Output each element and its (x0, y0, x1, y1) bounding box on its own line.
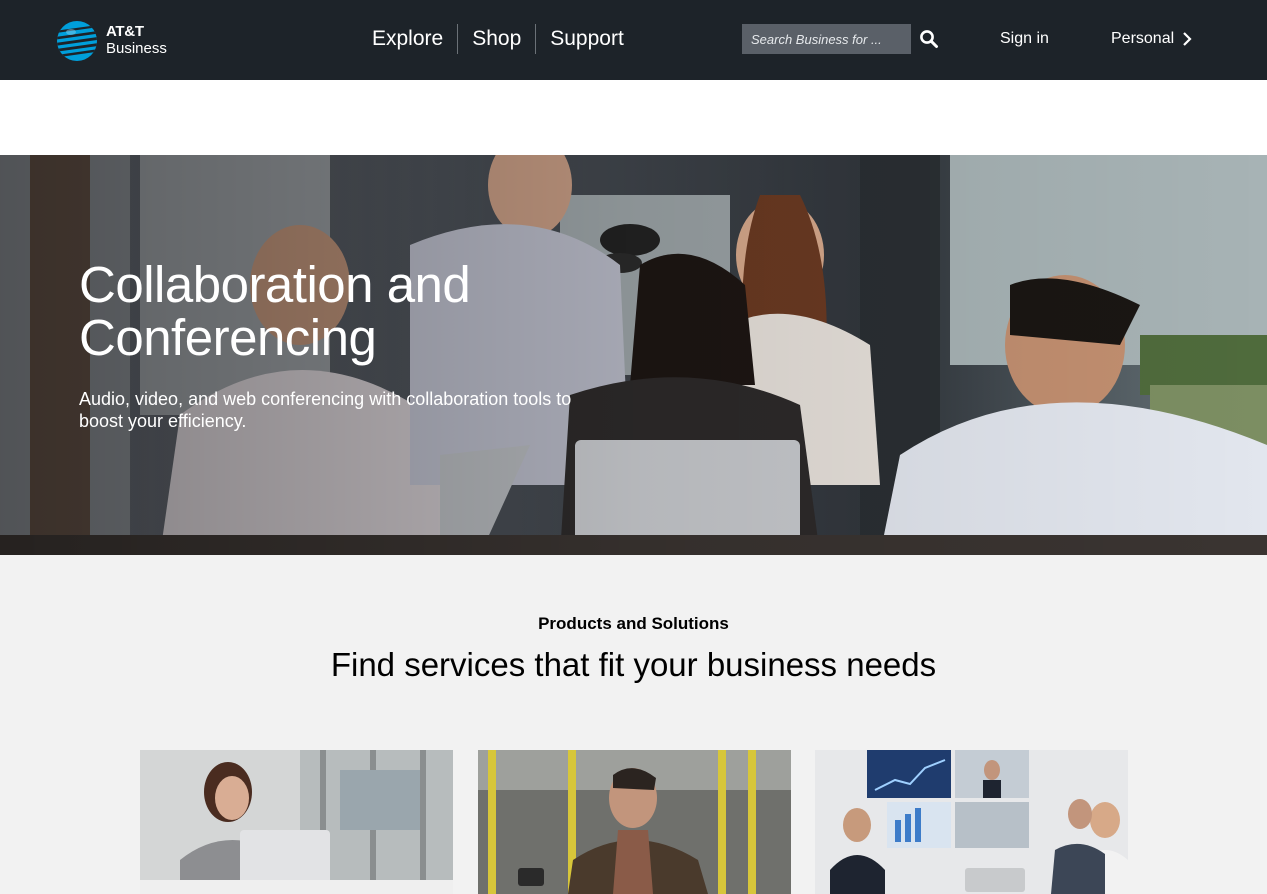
personal-label: Personal (1111, 30, 1175, 47)
search-icon (920, 30, 938, 48)
logo-business-text: Business (106, 40, 167, 57)
search-button[interactable] (918, 29, 940, 51)
nav-shop-link[interactable]: Shop (458, 24, 535, 54)
nav-explore-link[interactable]: Explore (358, 24, 457, 54)
products-and-solutions-section: Products and Solutions Find services tha… (0, 555, 1267, 894)
hero-banner: Collaboration and Conferencing Audio, vi… (0, 155, 1267, 555)
hero-title-line-2: Conferencing (79, 309, 377, 366)
hero-title-line-1: Collaboration and (79, 256, 471, 313)
search-input[interactable] (742, 24, 911, 54)
section-eyebrow: Products and Solutions (538, 614, 729, 633)
section-title: Find services that fit your business nee… (330, 646, 937, 683)
chevron-right-icon (1183, 32, 1192, 46)
video-conference-image (815, 750, 1128, 894)
man-on-bus-image (478, 750, 791, 894)
sign-in-link[interactable]: Sign in (1000, 29, 1049, 49)
hero-subtitle: Audio, video, and web conferencing with … (79, 389, 572, 431)
product-card-1[interactable] (140, 750, 453, 894)
personal-link[interactable]: Personal (1111, 29, 1192, 49)
top-navigation-bar: AT&T Business Explore Shop Support Sign … (0, 0, 1267, 80)
att-business-logo[interactable]: AT&T Business (56, 20, 176, 62)
logo-att-text: AT&T (106, 23, 144, 40)
nav-support-link[interactable]: Support (536, 24, 638, 54)
att-globe-icon (57, 21, 97, 61)
main-navigation: Explore Shop Support (358, 24, 638, 54)
hero-title: Collaboration and Conferencing (79, 258, 599, 364)
logo-wordmark: AT&T Business (106, 23, 167, 57)
woman-on-phone-image (140, 750, 453, 894)
product-card-3[interactable] (815, 750, 1128, 894)
product-card-2[interactable] (478, 750, 791, 894)
